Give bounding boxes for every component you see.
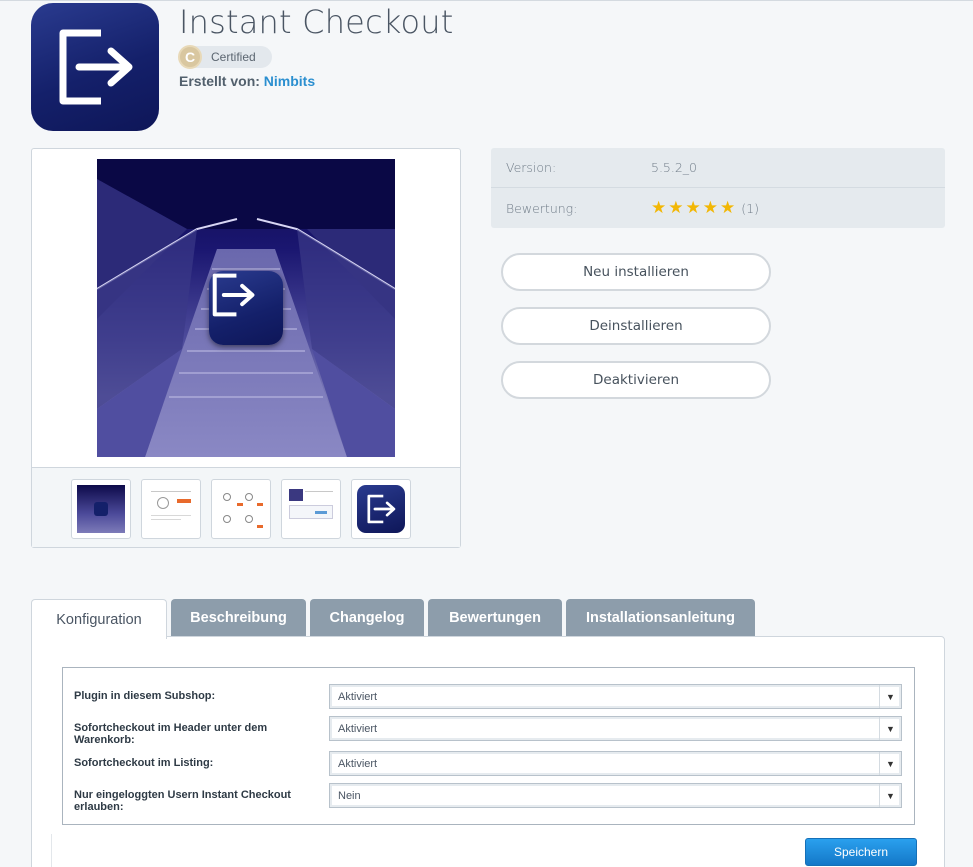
star-icon: ★ [668, 198, 684, 218]
tab-changelog[interactable]: Changelog [310, 599, 424, 637]
star-icon: ★ [651, 198, 667, 218]
uninstall-button[interactable]: Deinstallieren [501, 307, 771, 345]
deactivate-button[interactable]: Deaktivieren [501, 361, 771, 399]
tab-configuration[interactable]: Konfiguration [31, 599, 167, 639]
thumb-staircase[interactable] [71, 479, 131, 539]
tab-description[interactable]: Beschreibung [171, 599, 306, 637]
thumb-product-page[interactable] [141, 479, 201, 539]
config-select-logged-in[interactable]: Nein ▼ [329, 783, 902, 808]
config-select-listing[interactable]: Aktiviert ▼ [329, 751, 902, 776]
config-label-header: Sofortcheckout im Header unter dem Waren… [74, 722, 268, 746]
tab-reviews[interactable]: Bewertungen [428, 599, 562, 637]
save-button[interactable]: Speichern [805, 838, 917, 866]
config-label-subshop: Plugin in diesem Subshop: [74, 690, 216, 702]
certified-badge: C Certified [178, 45, 272, 69]
tab-installation-guide[interactable]: Installationsanleitung [566, 599, 755, 637]
chevron-down-icon[interactable]: ▼ [879, 717, 901, 740]
certified-label: Certified [211, 50, 256, 64]
star-icon: ★ [685, 198, 701, 218]
config-label-logged-in: Nur eingeloggten Usern Instant Checkout … [74, 789, 291, 813]
image-gallery [31, 148, 461, 548]
star-icon: ★ [720, 198, 736, 218]
rating-stars: ★ ★ ★ ★ ★ (1) [651, 198, 759, 218]
version-label: Version: [506, 160, 557, 175]
plugin-title: Instant Checkout [179, 3, 454, 41]
star-icon: ★ [702, 198, 718, 218]
exit-arrow-icon [212, 273, 255, 317]
configuration-form: Plugin in diesem Subshop: Aktiviert ▼ So… [62, 667, 915, 825]
config-select-header[interactable]: Aktiviert ▼ [329, 716, 902, 741]
thumb-app-icon[interactable] [351, 479, 411, 539]
main-preview-image[interactable] [97, 159, 395, 457]
certified-icon: C [178, 45, 202, 69]
checkout-icon-overlay [209, 271, 283, 345]
footer-divider [51, 834, 52, 867]
reinstall-button[interactable]: Neu installieren [501, 253, 771, 291]
exit-arrow-icon [59, 29, 133, 105]
select-value: Aktiviert [338, 757, 378, 770]
plugin-app-icon [31, 3, 159, 131]
author-line: Erstellt von: Nimbits [179, 73, 315, 89]
select-value: Aktiviert [338, 690, 378, 703]
version-value: 5.5.2_0 [651, 160, 698, 175]
rating-row: Bewertung: ★ ★ ★ ★ ★ (1) [491, 188, 945, 228]
chevron-down-icon[interactable]: ▼ [879, 784, 901, 807]
thumbnail-strip [32, 467, 460, 547]
rating-label: Bewertung: [506, 200, 578, 216]
configuration-panel: Plugin in diesem Subshop: Aktiviert ▼ So… [31, 636, 945, 867]
rating-count: (1) [741, 200, 759, 216]
chevron-down-icon[interactable]: ▼ [879, 685, 901, 708]
chevron-down-icon[interactable]: ▼ [879, 752, 901, 775]
thumb-product-listing[interactable] [211, 479, 271, 539]
author-prefix: Erstellt von: [179, 73, 260, 89]
version-row: Version: 5.5.2_0 [491, 148, 945, 188]
select-value: Nein [338, 789, 361, 802]
author-link[interactable]: Nimbits [264, 73, 315, 89]
config-select-subshop[interactable]: Aktiviert ▼ [329, 684, 902, 709]
exit-arrow-icon [367, 494, 396, 524]
select-value: Aktiviert [338, 722, 378, 735]
config-label-listing: Sofortcheckout im Listing: [74, 757, 214, 769]
thumb-shop-screenshot[interactable] [281, 479, 341, 539]
plugin-info-table: Version: 5.5.2_0 Bewertung: ★ ★ ★ ★ ★ (1… [491, 148, 945, 228]
